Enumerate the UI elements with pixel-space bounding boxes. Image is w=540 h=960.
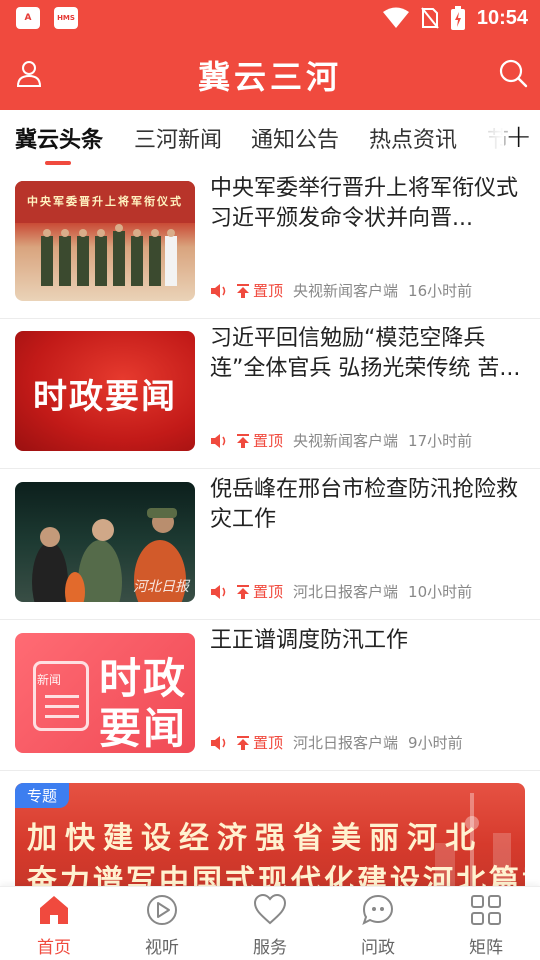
news-meta: 置顶 央视新闻客户端 17小时前: [210, 430, 472, 451]
pinned-label: 置顶: [253, 282, 284, 300]
news-time: 17小时前: [408, 432, 473, 450]
thumbnail-caption-small: 新闻: [37, 673, 62, 687]
pin-arrow-icon: [237, 735, 249, 750]
news-thumbnail: 时政要闻: [15, 331, 195, 451]
pin-arrow-icon: [237, 283, 249, 298]
news-item[interactable]: 中央军委晋升上将军衔仪式 中央军委举行晋升上将军衔仪式 习近平颁发命令状并向晋.…: [0, 168, 540, 319]
news-title[interactable]: 倪岳峰在邢台市检查防汛抢险救灾工作: [210, 475, 522, 535]
nav-inquiry[interactable]: 问政: [338, 893, 418, 958]
news-source: 河北日报客户端: [293, 583, 399, 601]
search-icon[interactable]: [498, 58, 528, 88]
banner-headline: 加快建设经济强省美丽河北: [27, 821, 483, 856]
no-sim-icon: [421, 7, 439, 29]
news-title[interactable]: 中央军委举行晋升上将军衔仪式 习近平颁发命令状并向晋...: [210, 174, 522, 234]
heart-icon: [253, 893, 287, 925]
news-title[interactable]: 习近平回信勉励“模范空降兵连”全体官兵 弘扬光荣传统 苦...: [210, 324, 522, 384]
nav-media[interactable]: 视听: [122, 893, 202, 958]
news-meta: 置顶 央视新闻客户端 16小时前: [210, 280, 472, 301]
battery-icon: [450, 6, 465, 30]
wifi-icon: [382, 7, 409, 28]
speaker-icon[interactable]: [210, 735, 228, 751]
nav-home[interactable]: 首页: [14, 893, 94, 958]
pinned-badge: 置顶: [236, 581, 283, 602]
news-title[interactable]: 王正谱调度防汛工作: [210, 626, 522, 656]
pinned-badge: 置顶: [236, 280, 283, 301]
pin-arrow-icon: [237, 433, 249, 448]
news-source: 央视新闻客户端: [293, 282, 399, 300]
nav-label: 矩阵: [469, 938, 503, 958]
news-time: 10小时前: [408, 583, 473, 601]
tab-notices[interactable]: 通知公告: [251, 122, 339, 154]
news-item[interactable]: 河北日报 倪岳峰在邢台市检查防汛抢险救灾工作 置顶 河北日报客户端 10小时前: [0, 469, 540, 620]
news-source: 央视新闻客户端: [293, 432, 399, 450]
clock: 10:54: [476, 6, 528, 29]
thumbnail-caption: 中央军委晋升上将军衔仪式: [27, 195, 183, 208]
bottom-navigation: 首页 视听 服务 问政 矩阵: [0, 886, 540, 960]
app-notification-icon: A: [16, 7, 40, 29]
pinned-badge: 置顶: [236, 732, 283, 753]
tab-sanhe-news[interactable]: 三河新闻: [134, 122, 222, 154]
pin-arrow-icon: [237, 584, 249, 599]
news-meta: 置顶 河北日报客户端 10小时前: [210, 581, 472, 602]
hms-notification-icon: HMS: [54, 7, 78, 29]
app-title: 冀云三河: [197, 58, 342, 96]
news-meta: 置顶 河北日报客户端 9小时前: [210, 732, 463, 753]
nav-label: 视听: [145, 938, 179, 958]
tab-hot-news[interactable]: 热点资讯: [369, 122, 457, 154]
play-icon: [147, 895, 177, 925]
news-item[interactable]: 时政要闻 习近平回信勉励“模范空降兵连”全体官兵 弘扬光荣传统 苦... 置顶 …: [0, 318, 540, 469]
thumbnail-doc-lines: [45, 695, 79, 698]
pinned-label: 置顶: [253, 734, 284, 752]
nav-matrix[interactable]: 矩阵: [446, 893, 526, 958]
speaker-icon[interactable]: [210, 433, 228, 449]
topic-tag: 专题: [15, 783, 70, 808]
news-item[interactable]: 新闻 时政 要闻 王正谱调度防汛工作 置顶 河北日报客户端 9小时前: [0, 620, 540, 771]
pinned-badge: 置顶: [236, 430, 283, 451]
nav-label: 服务: [253, 938, 287, 958]
news-time: 9小时前: [408, 734, 463, 752]
grid-icon: [471, 895, 501, 925]
nav-label: 问政: [361, 938, 395, 958]
topic-banner[interactable]: 专题 加快建设经济强省美丽河北 奋力谱写中国式现代化建设河北篇章: [15, 783, 525, 886]
banner-subheadline: 奋力谱写中国式现代化建设河北篇章: [27, 864, 525, 886]
thumbnail-caption: 河北日报: [133, 579, 189, 595]
news-time: 16小时前: [408, 282, 473, 300]
thumbnail-caption: 要闻: [99, 704, 188, 753]
tab-jiyun-toutiao[interactable]: 冀云头条: [15, 122, 103, 154]
tab-fade: [474, 110, 504, 168]
category-tabs: 冀云头条 三河新闻 通知公告 热点资讯 节 +: [0, 110, 540, 168]
add-tab-icon[interactable]: +: [505, 120, 532, 152]
app-header: 冀云三河: [0, 36, 540, 110]
active-tab-indicator: [45, 161, 71, 165]
news-thumbnail: 新闻 时政 要闻: [15, 633, 195, 753]
nav-label: 首页: [37, 938, 71, 958]
speaker-icon[interactable]: [210, 283, 228, 299]
news-thumbnail: 中央军委晋升上将军衔仪式: [15, 181, 195, 301]
status-bar: A HMS 10:54: [0, 0, 540, 36]
speaker-icon[interactable]: [210, 584, 228, 600]
thumbnail-caption: 时政要闻: [33, 377, 177, 417]
news-source: 河北日报客户端: [293, 734, 399, 752]
nav-services[interactable]: 服务: [230, 893, 310, 958]
pinned-label: 置顶: [253, 432, 284, 450]
chat-icon: [362, 894, 394, 925]
home-icon: [40, 896, 68, 924]
news-thumbnail: 河北日报: [15, 482, 195, 602]
pinned-label: 置顶: [253, 583, 284, 601]
